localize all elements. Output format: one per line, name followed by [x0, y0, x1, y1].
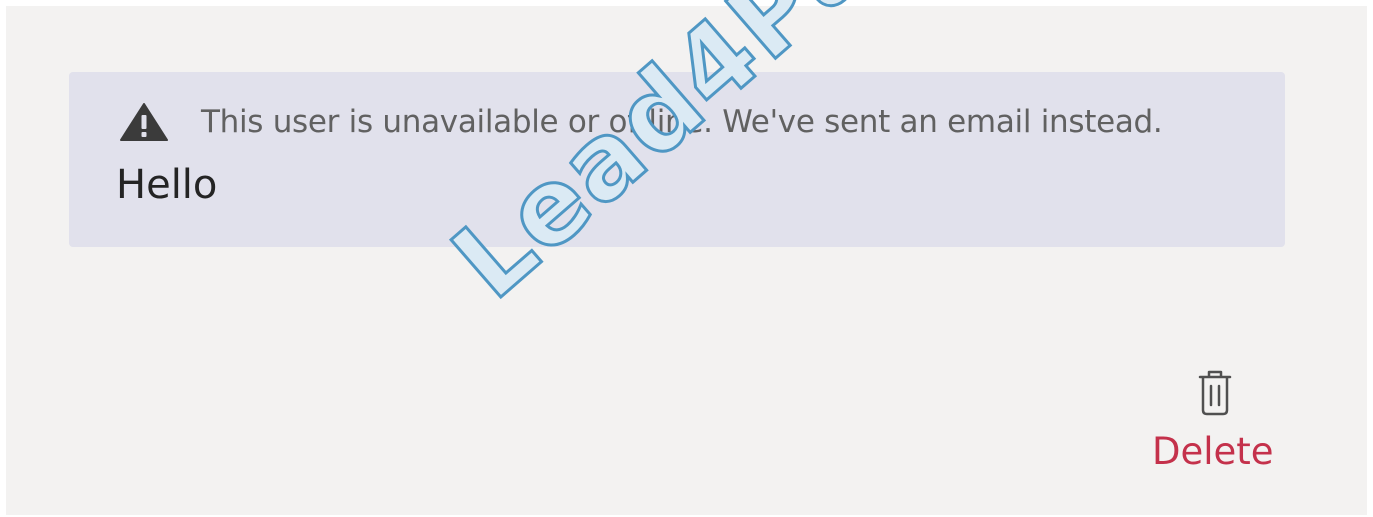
- chat-pane: This user is unavailable or offline. We'…: [6, 6, 1367, 515]
- delivery-notice: This user is unavailable or offline. We'…: [119, 100, 1163, 144]
- warning-icon: [120, 103, 168, 141]
- message-bubble[interactable]: This user is unavailable or offline. We'…: [69, 72, 1285, 247]
- delete-label: Delete: [1152, 430, 1274, 473]
- message-text: Hello: [116, 162, 218, 208]
- delete-button[interactable]: Delete: [1134, 364, 1294, 484]
- delivery-notice-text: This user is unavailable or offline. We'…: [201, 104, 1163, 140]
- trash-icon: [1198, 370, 1232, 416]
